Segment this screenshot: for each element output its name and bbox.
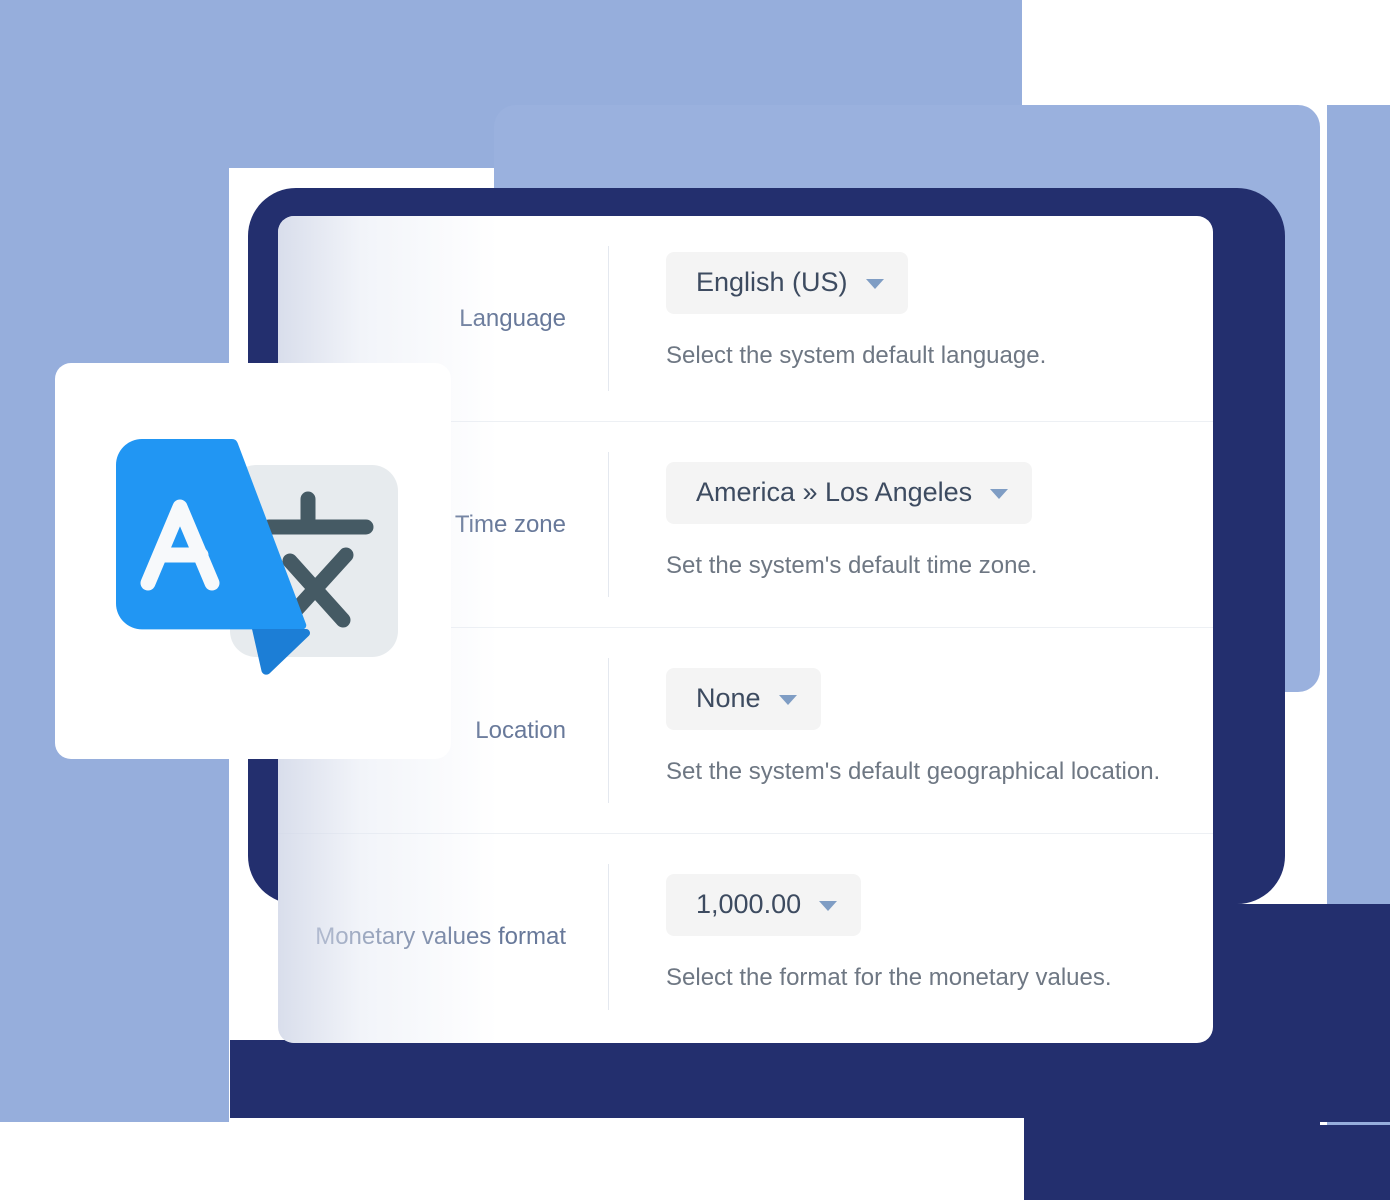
- row-divider: [608, 658, 609, 803]
- setting-help-monetary-values-format: Select the format for the monetary value…: [666, 963, 1112, 991]
- translate-icon: [108, 421, 398, 701]
- screenshot-stage: Language English (US) Select the system …: [0, 0, 1390, 1200]
- navy-mid-right-block: [1285, 904, 1390, 1122]
- setting-body-time-zone: America » Los Angeles Set the system's d…: [608, 422, 1213, 580]
- row-divider: [608, 864, 609, 1010]
- monetary-format-select[interactable]: 1,000.00: [666, 874, 862, 936]
- setting-help-location: Set the system's default geographical lo…: [666, 757, 1161, 785]
- time-zone-select-value: America » Los Angeles: [696, 477, 973, 507]
- time-zone-select[interactable]: America » Los Angeles: [666, 462, 1033, 524]
- setting-row-monetary-values-format: Monetary values format 1,000.00 Select t…: [278, 834, 1213, 1040]
- chevron-down-icon[interactable]: [778, 695, 797, 706]
- translate-icon-card: [55, 363, 451, 759]
- white-notch-bottom-left: [960, 1118, 1024, 1200]
- white-bottom-left-block: [0, 1122, 230, 1200]
- monetary-format-select-value: 1,000.00: [696, 889, 802, 919]
- setting-label-language: Language: [459, 304, 566, 332]
- setting-help-time-zone: Set the system's default time zone.: [666, 551, 1038, 579]
- setting-help-language: Select the system default language.: [666, 341, 1047, 369]
- chevron-down-icon[interactable]: [990, 489, 1009, 500]
- setting-label-monetary-values-format: Monetary values format: [315, 923, 566, 950]
- location-select-value: None: [696, 683, 761, 713]
- chevron-down-icon[interactable]: [865, 279, 884, 290]
- language-select-value: English (US): [696, 267, 848, 297]
- chevron-down-icon[interactable]: [819, 901, 838, 912]
- setting-body-language: English (US) Select the system default l…: [608, 216, 1213, 370]
- setting-body-monetary-values-format: 1,000.00 Select the format for the monet…: [608, 834, 1213, 992]
- translate-icon-svg: [116, 439, 398, 675]
- row-divider: [608, 246, 609, 391]
- language-select[interactable]: English (US): [666, 252, 908, 314]
- location-select[interactable]: None: [666, 668, 821, 730]
- row-divider: [608, 452, 609, 597]
- setting-body-location: None Set the system's default geographic…: [608, 628, 1213, 786]
